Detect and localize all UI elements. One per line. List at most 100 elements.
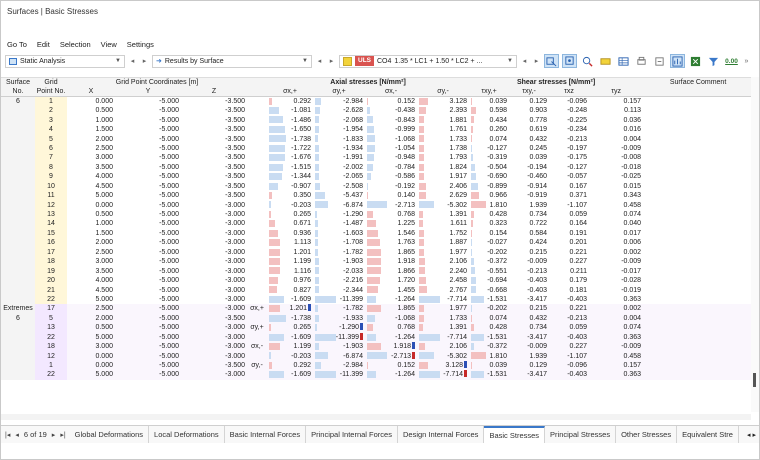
vertical-scrollbar[interactable] [751,77,759,412]
header-sx-minus[interactable]: σx,- [365,87,418,97]
header-surface-no[interactable]: Surface [1,77,35,87]
load-combination-dropdown[interactable]: ULS CO4 1.35 * LC1 + 1.50 * LC2 + ... ▼ [339,54,517,68]
header-sx-plus[interactable]: σx,+ [267,87,314,97]
table-row[interactable]: 21 4.500 -5.000 -3.000 0.827 -2.344 1.455 2.767… [1,285,751,295]
tab-other-stresses[interactable]: Other Stresses [616,426,678,443]
header-y[interactable]: Y [115,87,181,97]
x-cell: 4.500 [95,182,113,190]
header-x[interactable]: X [67,87,115,97]
filter-icon[interactable] [706,54,721,68]
value-text: 1.611 [450,220,468,228]
next-icon[interactable]: ▸ [140,55,149,68]
header-txy-minus[interactable]: τxy,- [509,87,550,97]
table-row[interactable]: 17 2.500 -5.000 -3.000 1.201 -1.782 1.865 1.977… [1,247,751,257]
extreme-row[interactable]: Extremes 17 2.500 -5.000 -3.000 σx,+ 1.201 -1.7… [1,304,751,314]
select-surface-icon[interactable] [544,54,559,68]
value-bar [315,371,336,379]
table-row[interactable]: 22 5.000 -5.000 -3.000 -1.609 -11.399 -1.264 -7… [1,294,751,305]
x-cell: 1.500 [95,126,113,134]
menu-selection[interactable]: Selection [60,40,91,53]
table-row[interactable]: 20 4.000 -5.000 -3.000 0.976 -2.216 1.720 2.458… [1,275,751,286]
excel-icon[interactable] [688,54,703,68]
tab-basic-internal-forces[interactable]: Basic Internal Forces [225,426,307,443]
header-z[interactable]: Z [181,87,248,97]
table-row[interactable]: 3 1.000 -5.000 -3.500 -1.486 -2.068 -0.843 1.88… [1,115,751,125]
export-icon[interactable] [652,54,667,68]
table-row[interactable]: 19 3.500 -5.000 -3.000 1.116 -2.033 1.866 2.240… [1,266,751,276]
txz-cell: 0.179 [549,276,589,285]
results-by-dropdown[interactable]: ➜ Results by Surface ▼ [152,54,312,68]
menu-view[interactable]: View [101,40,117,53]
prev-page-icon[interactable]: ◂ [15,431,19,439]
header-grid-point-2[interactable]: Point No. [35,87,67,97]
extreme-row[interactable]: 22 5.000 -5.000 -3.000 -1.609 -11.399 -1.264 -7… [1,370,751,380]
table-row[interactable]: 9 4.000 -5.000 -3.500 -1.344 -2.065 -0.586 1.91… [1,172,751,182]
table-row[interactable]: 13 0.500 -5.000 -3.000 0.265 -1.290 0.768 1.391… [1,209,751,220]
table-row[interactable]: 11 5.000 -5.000 -3.500 0.350 -5.437 0.140 2.629… [1,190,751,201]
select-point-icon[interactable] [562,54,577,68]
first-page-icon[interactable]: |◂ [5,431,10,439]
table-row[interactable]: 4 1.500 -5.000 -3.500 -1.650 -1.954 -0.999 1.76… [1,124,751,135]
table-row[interactable]: 6 1 0.000 -5.000 -3.500 0.292 -2.984 0.152 3.128… [1,96,751,106]
print-icon[interactable] [634,54,649,68]
prev-icon[interactable]: ◂ [128,55,137,68]
sy-plus-cell: -1.290 [313,210,365,219]
tab-design-internal-forces[interactable]: Design Internal Forces [398,426,485,443]
extreme-row[interactable]: 13 0.500 -5.000 -3.000 σy,+ 0.265 -1.290 0.768 1… [1,323,751,333]
header-txy-plus[interactable]: τxy,+ [469,87,510,97]
menu-goto[interactable]: Go To [7,40,27,53]
table-row[interactable]: 6 2.500 -5.000 -3.500 -1.722 -1.934 -1.054 1.73… [1,143,751,154]
next-icon[interactable]: ▸ [532,55,541,68]
extreme-row[interactable]: 12 0.000 -5.000 -3.000 -0.203 -6.874 -2.713 -5.… [1,351,751,361]
more-icon[interactable]: » [742,55,751,68]
scrollbar-thumb[interactable] [753,373,756,387]
tab-global-deformations[interactable]: Global Deformations [70,426,150,443]
header-sy-minus[interactable]: σy,- [417,87,470,97]
table-row[interactable]: 7 3.000 -5.000 -3.500 -1.676 -1.991 -0.948 1.79… [1,153,751,163]
next-icon[interactable]: ▸ [327,55,336,68]
table-icon[interactable] [616,54,631,68]
table-row[interactable]: 12 0.000 -5.000 -3.000 -0.203 -6.874 -2.713 -5.… [1,200,751,210]
extreme-row[interactable]: 1 0.000 -5.000 -3.500 σy,- 0.292 -2.984 0.152 3.… [1,360,751,371]
zoom-icon[interactable] [580,54,595,68]
prev-icon[interactable]: ◂ [315,55,324,68]
header-txz[interactable]: τxz [549,87,590,97]
tab-local-deformations[interactable]: Local Deformations [149,426,225,443]
last-page-icon[interactable]: ▸| [60,431,65,439]
table-row[interactable]: 10 4.500 -5.000 -3.500 -0.907 -2.508 -0.192 2.4… [1,181,751,191]
highlight-icon[interactable] [598,54,613,68]
table-row[interactable]: 14 1.000 -5.000 -3.000 0.671 -1.487 1.225 1.611… [1,219,751,229]
graphic-view-icon[interactable] [670,54,685,68]
table-row[interactable]: 2 0.500 -5.000 -3.500 -1.081 -2.628 -0.438 2.39… [1,106,751,116]
txz-cell: 0.181 [549,285,589,294]
table-row[interactable]: 5 2.000 -5.000 -3.500 -1.738 -1.833 -1.068 1.73… [1,134,751,144]
value-bar [419,107,426,114]
header-comment[interactable]: Surface Comment [643,77,751,87]
tab-principal-internal-forces[interactable]: Principal Internal Forces [306,426,398,443]
max-marker-icon [412,351,416,359]
header-tyz[interactable]: τyz [589,87,644,97]
header-surface-no-2[interactable]: No. [1,87,35,97]
next-page-icon[interactable]: ▸ [52,431,56,439]
extreme-row[interactable]: 22 5.000 -5.000 -3.000 -1.609 -11.399 -1.264 -7… [1,332,751,342]
tab-basic-stresses[interactable]: Basic Stresses [484,426,546,443]
tabs-scroll-icon[interactable]: ◂ ▸ [744,426,759,443]
value-bar [268,248,281,256]
prev-icon[interactable]: ◂ [520,55,529,68]
grid-point-cell: 4 [35,124,67,135]
table-row[interactable]: 15 1.500 -5.000 -3.000 0.936 -1.603 1.546 1.752… [1,228,751,239]
table-row[interactable]: 16 2.000 -5.000 -3.000 1.113 -1.708 1.763 1.887… [1,238,751,248]
decimals-icon[interactable]: 0.00 [724,54,739,68]
table-row[interactable]: 8 3.500 -5.000 -3.500 -1.515 -2.002 -0.784 1.82… [1,162,751,173]
horizontal-scrollbar[interactable] [1,414,751,420]
tab-equivalent-stre[interactable]: Equivalent Stre [677,426,739,443]
menu-settings[interactable]: Settings [127,40,154,53]
table-row[interactable]: 18 3.000 -5.000 -3.000 1.199 -1.903 1.918 2.106… [1,257,751,267]
header-grid-point[interactable]: Grid [35,77,67,87]
header-sy-plus[interactable]: σy,+ [313,87,366,97]
menu-edit[interactable]: Edit [37,40,50,53]
analysis-type-dropdown[interactable]: Static Analysis ▼ [5,54,125,68]
extreme-row[interactable]: 6 5 2.000 -5.000 -3.500 -1.738 -1.933 -1.068 1.7… [1,313,751,324]
extreme-row[interactable]: 18 3.000 -5.000 -3.000 σx,- 1.199 -1.903 1.918 2… [1,341,751,352]
tab-principal-stresses[interactable]: Principal Stresses [545,426,617,443]
